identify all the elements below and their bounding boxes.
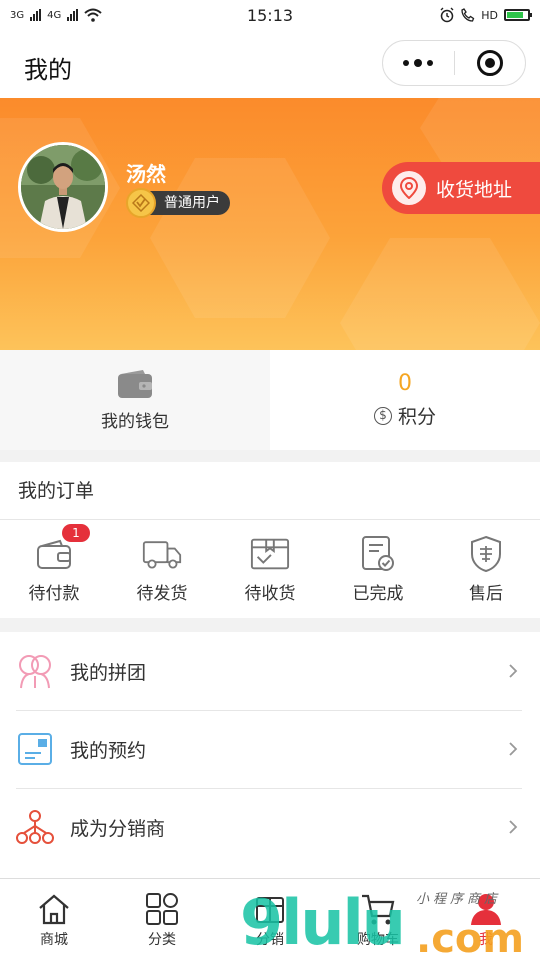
profile-banner: 汤然 普通用户 收货地址 <box>0 98 540 350</box>
phone-call-icon <box>461 8 475 22</box>
chevron-right-icon <box>509 742 518 756</box>
user-name: 汤然 <box>126 162 166 186</box>
target-circle-icon <box>476 50 503 76</box>
order-pending-payment[interactable]: 1 待付款 <box>0 520 108 618</box>
after-sale-shield-icon <box>466 535 506 573</box>
my-orders-section: 我的订单 1 待付款 待发货 待收货 已完成 售后 <box>0 462 540 618</box>
tab-label: 我 <box>479 931 493 948</box>
network-label-1: 3G <box>10 9 25 21</box>
group-buy-icon <box>16 652 54 690</box>
coin-icon: $ <box>373 406 392 425</box>
tab-category[interactable]: 分类 <box>108 879 216 960</box>
location-pin-icon <box>392 171 426 205</box>
order-completed[interactable]: 已完成 <box>324 520 432 618</box>
account-stats: 我的钱包 0 $ 积分 <box>0 350 540 450</box>
order-pending-receipt[interactable]: 待收货 <box>216 520 324 618</box>
menu-item-become-distributor[interactable]: 成为分销商 <box>0 788 540 866</box>
tab-label: 分销 <box>256 931 284 948</box>
order-after-sale[interactable]: 售后 <box>432 520 540 618</box>
points-label-row: $ 积分 <box>373 402 436 429</box>
distribution-icon <box>252 891 288 927</box>
banner-hex-decoration <box>150 158 330 318</box>
my-wallet-button[interactable]: 我的钱包 <box>0 350 270 450</box>
menu-item-label: 我的预约 <box>70 739 147 762</box>
order-pending-shipment[interactable]: 待发货 <box>108 520 216 618</box>
order-status-row: 1 待付款 待发货 待收货 已完成 售后 <box>0 520 540 618</box>
alarm-icon <box>440 7 454 23</box>
tab-cart[interactable]: 购物车 <box>324 879 432 960</box>
page-title: 我的 <box>24 56 72 84</box>
points-button[interactable]: 0 $ 积分 <box>270 350 540 450</box>
signal-indicators: 3G 4G <box>10 8 102 22</box>
package-icon <box>250 535 290 573</box>
distribution-tree-icon <box>16 808 54 846</box>
vip-badge-icon <box>126 188 156 218</box>
more-dots-icon <box>403 59 434 67</box>
truck-icon <box>142 535 182 573</box>
cart-icon <box>360 891 396 927</box>
points-label: 积分 <box>397 406 436 428</box>
shipping-address-label: 收货地址 <box>436 178 513 201</box>
menu-item-group-buy[interactable]: 我的拼团 <box>0 632 540 710</box>
bottom-tab-bar: 商城 分类 分销 购物车 我 <box>0 878 540 960</box>
battery-icon <box>504 9 532 21</box>
wallet-icon <box>118 369 152 398</box>
reservation-card-icon <box>16 730 54 768</box>
order-status-label: 已完成 <box>352 583 404 604</box>
tab-me[interactable]: 我 <box>432 879 540 960</box>
order-status-label: 待发货 <box>136 583 188 604</box>
menu-item-label: 成为分销商 <box>70 817 166 840</box>
shipping-address-button[interactable]: 收货地址 <box>382 162 540 214</box>
chevron-right-icon <box>509 664 518 678</box>
signal-strength-icon <box>30 9 42 21</box>
banner-hex-decoration <box>340 238 540 350</box>
completed-doc-icon <box>358 535 398 573</box>
avatar[interactable] <box>18 142 108 232</box>
mini-program-capsule <box>382 40 526 86</box>
more-options-button[interactable] <box>383 41 454 85</box>
tab-mall[interactable]: 商城 <box>0 879 108 960</box>
my-wallet-label: 我的钱包 <box>101 411 169 432</box>
tab-label: 分类 <box>148 931 176 948</box>
signal-strength-icon <box>67 9 79 21</box>
tab-distribution[interactable]: 分销 <box>216 879 324 960</box>
feature-menu: 我的拼团 我的预约 成为分销商 <box>0 632 540 878</box>
home-icon <box>36 891 72 927</box>
category-grid-icon <box>144 891 180 927</box>
status-bar: 3G 4G 15:13 HD <box>0 0 540 30</box>
avatar-photo <box>21 145 105 229</box>
order-status-label: 待付款 <box>28 583 80 604</box>
wifi-icon <box>84 8 102 22</box>
orders-section-title[interactable]: 我的订单 <box>0 462 540 520</box>
order-status-label: 待收货 <box>244 583 296 604</box>
user-icon <box>468 891 504 927</box>
order-status-label: 售后 <box>469 583 503 604</box>
points-value: 0 <box>398 371 412 396</box>
menu-item-label: 我的拼团 <box>70 661 147 684</box>
network-label-2: 4G <box>47 9 62 21</box>
hd-label: HD <box>481 8 498 22</box>
tab-label: 商城 <box>40 931 68 948</box>
tab-label: 购物车 <box>357 931 399 948</box>
member-level: 普通用户 <box>126 188 230 218</box>
menu-item-reservation[interactable]: 我的预约 <box>0 710 540 788</box>
close-mini-program-button[interactable] <box>455 41 526 85</box>
navigation-bar: 我的 <box>0 30 540 98</box>
chevron-right-icon <box>509 820 518 834</box>
pending-payment-count-badge: 1 <box>62 524 90 542</box>
status-right-icons: HD <box>439 7 532 23</box>
